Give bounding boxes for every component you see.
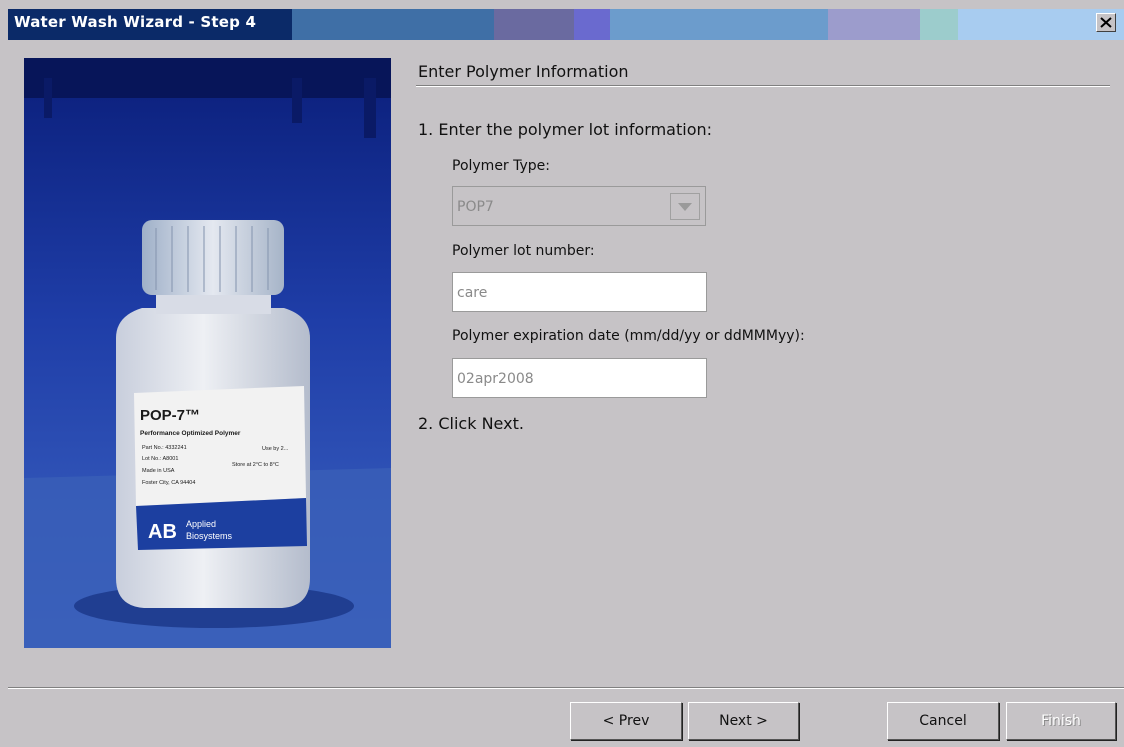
close-button[interactable] bbox=[1096, 13, 1116, 32]
title-bar: Water Wash Wizard - Step 4 bbox=[0, 0, 1124, 42]
chevron-down-icon bbox=[678, 203, 692, 211]
finish-button[interactable]: Finish bbox=[1006, 702, 1116, 740]
polymer-type-label: Polymer Type: bbox=[452, 158, 551, 174]
polymer-type-select[interactable]: POP7 bbox=[452, 186, 706, 226]
prev-button[interactable]: < Prev bbox=[570, 702, 682, 740]
lot-number-label: Polymer lot number: bbox=[452, 243, 595, 259]
section-divider bbox=[416, 85, 1110, 87]
brand-logo: AB bbox=[148, 521, 177, 543]
cancel-button[interactable]: Cancel bbox=[887, 702, 999, 740]
section-title: Enter Polymer Information bbox=[418, 62, 629, 81]
label-name: POP-7™ bbox=[140, 407, 200, 424]
label-line-2: Lot No.: A8001 bbox=[142, 456, 178, 462]
label-line-3: Made in USA bbox=[142, 468, 175, 474]
label-line-1: Part No.: 4332241 bbox=[142, 445, 187, 451]
label-subtitle: Performance Optimized Polymer bbox=[140, 430, 241, 437]
product-image: POP-7™ Performance Optimized Polymer Par… bbox=[24, 58, 391, 648]
polymer-type-value: POP7 bbox=[457, 199, 494, 215]
close-icon bbox=[1100, 17, 1112, 28]
brand-line-1: Applied bbox=[186, 519, 216, 529]
lot-number-value: care bbox=[457, 285, 488, 301]
polymer-type-dropdown-button[interactable] bbox=[670, 193, 700, 220]
step-2-text: 2. Click Next. bbox=[418, 414, 524, 433]
lot-number-input[interactable]: care bbox=[452, 272, 707, 312]
next-button[interactable]: Next > bbox=[688, 702, 799, 740]
expiration-date-input[interactable]: 02apr2008 bbox=[452, 358, 707, 398]
window-title: Water Wash Wizard - Step 4 bbox=[14, 13, 257, 31]
label-side-1: Use by 2... bbox=[262, 446, 289, 452]
expiration-date-value: 02apr2008 bbox=[457, 371, 534, 387]
footer-divider bbox=[8, 687, 1124, 689]
expiration-date-label: Polymer expiration date (mm/dd/yy or ddM… bbox=[452, 328, 805, 344]
label-side-2: Store at 2°C to 8°C bbox=[232, 462, 279, 468]
brand-line-2: Biosystems bbox=[186, 531, 233, 541]
label-line-4: Foster City, CA 94404 bbox=[142, 480, 195, 486]
step-1-text: 1. Enter the polymer lot information: bbox=[418, 120, 713, 139]
